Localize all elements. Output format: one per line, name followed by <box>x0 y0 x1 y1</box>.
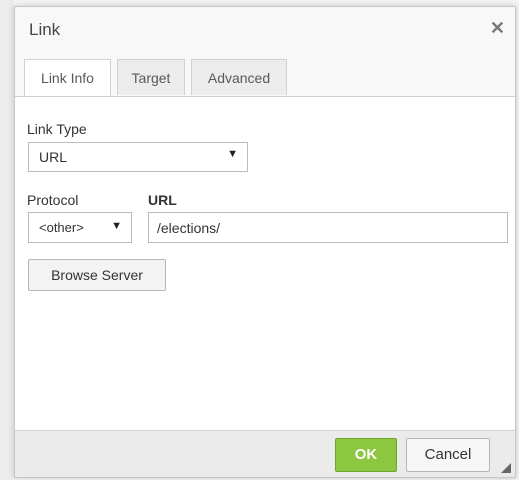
ok-label: OK <box>354 446 378 463</box>
ok-button[interactable]: OK <box>335 438 397 472</box>
browse-server-label: Browse Server <box>51 267 143 283</box>
dialog-footer: OK Cancel <box>15 430 515 477</box>
browse-server-button[interactable]: Browse Server <box>28 259 166 291</box>
url-label: URL <box>148 192 177 208</box>
chevron-down-icon: ▼ <box>227 148 238 160</box>
link-type-label: Link Type <box>27 121 87 137</box>
protocol-select[interactable]: <other> ▼ <box>28 212 132 243</box>
protocol-value: <other> <box>39 220 84 235</box>
tab-label: Advanced <box>207 70 271 86</box>
dialog-titlebar: Link ✕ <box>15 7 515 50</box>
chevron-down-icon: ▼ <box>111 220 122 232</box>
cancel-label: Cancel <box>424 446 472 463</box>
tab-label: Target <box>131 70 171 86</box>
link-type-value: URL <box>39 149 68 165</box>
close-icon[interactable]: ✕ <box>490 18 505 39</box>
tab-bar: Link Info Target Advanced <box>15 49 515 97</box>
tab-target[interactable]: Target <box>117 59 185 95</box>
tab-advanced[interactable]: Advanced <box>191 59 287 95</box>
url-value: /elections/ <box>157 220 221 236</box>
link-type-select[interactable]: URL ▼ <box>28 142 248 172</box>
link-dialog: Link ✕ Link Info Target Advanced Link Ty… <box>14 6 516 478</box>
cancel-button[interactable]: Cancel <box>406 438 490 472</box>
dialog-title: Link <box>29 20 61 39</box>
resize-grip-icon[interactable] <box>501 463 511 473</box>
protocol-label: Protocol <box>27 192 79 208</box>
tab-link-info[interactable]: Link Info <box>24 59 111 96</box>
background-page <box>0 0 14 480</box>
tab-label: Link Info <box>41 70 94 86</box>
url-input[interactable]: /elections/ <box>148 212 508 243</box>
